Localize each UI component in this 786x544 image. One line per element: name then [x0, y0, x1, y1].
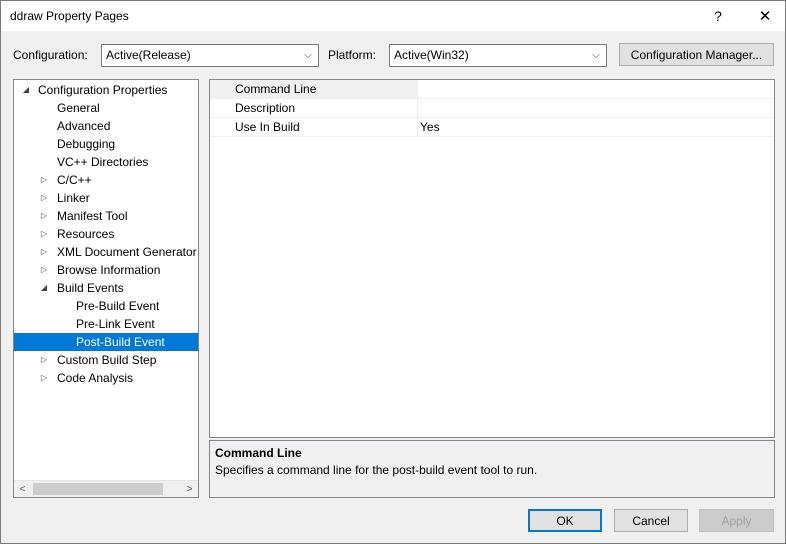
scroll-right-icon[interactable]: >	[181, 481, 198, 497]
tree-item[interactable]: VC++ Directories	[14, 153, 198, 171]
tree-item[interactable]: ▷ Resources	[14, 225, 198, 243]
expand-arrow-icon[interactable]: ▷	[39, 207, 49, 225]
apply-button[interactable]: Apply	[699, 509, 774, 532]
tree-item-label: Linker	[57, 191, 90, 205]
platform-select[interactable]: Active(Win32) ⌵	[389, 44, 607, 67]
configuration-value: Active(Release)	[106, 48, 191, 62]
help-button[interactable]: ?	[698, 1, 738, 31]
tree-item-label: Pre-Build Event	[76, 299, 160, 313]
tree-item-label: Resources	[57, 227, 115, 241]
property-name: Description	[210, 99, 418, 117]
tree-item-label: Custom Build Step	[57, 353, 157, 367]
property-name: Command Line	[210, 80, 418, 98]
tree-item[interactable]: ▷ Linker	[14, 189, 198, 207]
expand-arrow-icon[interactable]: ▷	[39, 243, 49, 261]
configuration-select[interactable]: Active(Release) ⌵	[101, 44, 319, 67]
tree-item-label: Manifest Tool	[57, 209, 128, 223]
expand-arrow-icon[interactable]: ▷	[39, 171, 49, 189]
chevron-down-icon: ⌵	[592, 50, 600, 61]
property-row[interactable]: Use In Build Yes	[210, 118, 774, 137]
expand-arrow-icon[interactable]: ▷	[39, 261, 49, 279]
collapse-arrow-icon[interactable]: ◢	[21, 81, 31, 99]
description-title: Command Line	[215, 446, 302, 460]
property-value[interactable]: Yes	[420, 118, 440, 136]
description-pane: Command Line Specifies a command line fo…	[209, 440, 775, 498]
property-pages-dialog: ddraw Property Pages ? ✕ Configuration: …	[0, 0, 786, 544]
property-row[interactable]: Description	[210, 99, 774, 118]
tree-item-label: C/C++	[57, 173, 92, 187]
scrollbar-thumb[interactable]	[33, 483, 163, 495]
property-name: Use In Build	[210, 118, 418, 136]
tree-item[interactable]: ▷ Code Analysis	[14, 369, 198, 387]
window-title: ddraw Property Pages	[10, 9, 129, 23]
tree-item[interactable]: General	[14, 99, 198, 117]
tree-item-label: Post-Build Event	[76, 335, 165, 349]
expand-arrow-icon[interactable]: ▷	[39, 369, 49, 387]
property-tree: ◢ Configuration Properties General Advanced…	[13, 79, 199, 498]
expand-arrow-icon[interactable]: ▷	[39, 189, 49, 207]
tree-item[interactable]: ▷ Browse Information	[14, 261, 198, 279]
tree-item[interactable]: Advanced	[14, 117, 198, 135]
configuration-label: Configuration:	[13, 48, 88, 62]
tree-item[interactable]: ▷ Manifest Tool	[14, 207, 198, 225]
scroll-left-icon[interactable]: <	[14, 481, 31, 497]
close-icon[interactable]: ✕	[745, 1, 785, 31]
tree-item[interactable]: Post-Build Event	[14, 333, 198, 351]
cancel-button[interactable]: Cancel	[614, 509, 688, 532]
tree-item-label: Debugging	[57, 137, 116, 151]
configuration-manager-button[interactable]: Configuration Manager...	[619, 43, 774, 66]
tree-item[interactable]: ▷ XML Document Generator	[14, 243, 198, 261]
tree-item-label: VC++ Directories	[57, 155, 149, 169]
expand-arrow-icon[interactable]: ▷	[39, 351, 49, 369]
collapse-arrow-icon[interactable]: ◢	[39, 279, 49, 297]
platform-label: Platform:	[328, 48, 377, 62]
chevron-down-icon: ⌵	[304, 50, 312, 61]
tree-item[interactable]: ◢ Build Events	[14, 279, 198, 297]
platform-value: Active(Win32)	[394, 48, 469, 62]
tree-item-label: Advanced	[57, 119, 111, 133]
tree-item[interactable]: ▷ C/C++	[14, 171, 198, 189]
tree-item[interactable]: Pre-Build Event	[14, 297, 198, 315]
ok-button[interactable]: OK	[528, 509, 602, 532]
tree-item-label: XML Document Generator	[57, 245, 197, 259]
tree-item-label: General	[57, 101, 100, 115]
tree-item[interactable]: ◢ Configuration Properties	[14, 81, 198, 99]
tree-item-label: Build Events	[57, 281, 124, 295]
property-row[interactable]: Command Line	[210, 80, 774, 99]
tree-item-label: Pre-Link Event	[76, 317, 155, 331]
description-text: Specifies a command line for the post-bu…	[215, 463, 538, 477]
tree-item-label: Code Analysis	[57, 371, 134, 385]
horizontal-scrollbar[interactable]: < >	[14, 480, 198, 497]
property-grid: Command Line Description Use In Build Yes	[209, 79, 775, 438]
tree-item-label: Configuration Properties	[38, 83, 168, 97]
tree-item[interactable]: Debugging	[14, 135, 198, 153]
tree-item[interactable]: Pre-Link Event	[14, 315, 198, 333]
title-bar: ddraw Property Pages ? ✕	[1, 1, 785, 31]
expand-arrow-icon[interactable]: ▷	[39, 225, 49, 243]
tree-item[interactable]: ▷ Custom Build Step	[14, 351, 198, 369]
tree-item-label: Browse Information	[57, 263, 161, 277]
